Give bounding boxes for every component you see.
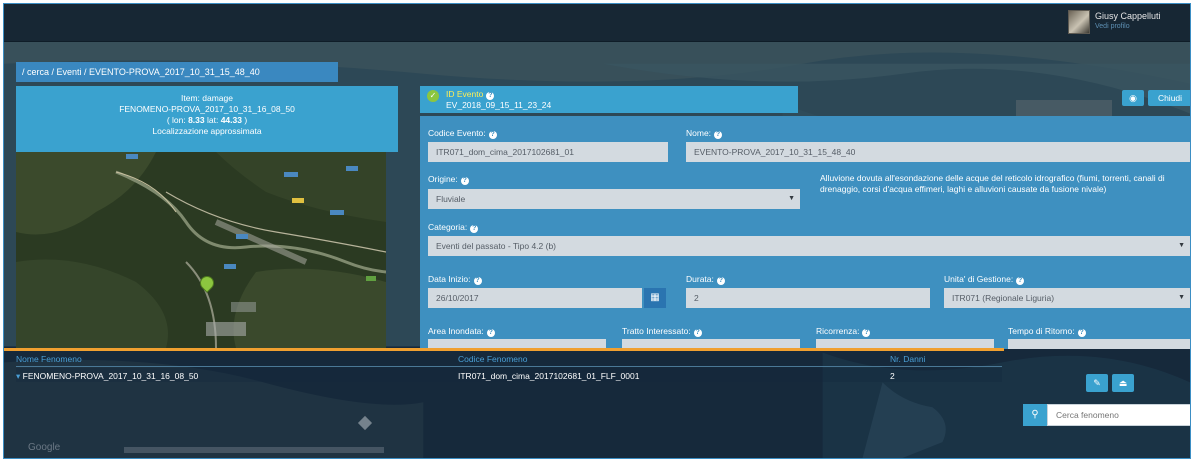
top-bar: Giusy Cappelluti Vedi profilo	[4, 4, 1190, 42]
help-icon[interactable]: ?	[1077, 329, 1086, 337]
chevron-down-icon: ▼	[1178, 294, 1185, 301]
item-type: Item: damage	[181, 93, 233, 103]
help-icon[interactable]: ?	[693, 329, 702, 337]
view-button[interactable]: ◉	[1122, 90, 1144, 106]
eject-icon: ⏏	[1118, 378, 1128, 388]
data-inizio-label: Data Inizio:?	[428, 274, 482, 285]
row-nome[interactable]: ▾ FENOMENO-PROVA_2017_10_31_16_08_50	[16, 371, 198, 382]
tratto-interessato-label: Tratto Interessato:?	[622, 326, 702, 337]
help-icon[interactable]: ?	[862, 329, 871, 337]
search-input[interactable]	[1047, 404, 1190, 426]
chevron-down-icon: ▼	[788, 195, 795, 202]
search-icon: ⚲	[1031, 409, 1039, 420]
item-name: FENOMENO-PROVA_2017_10_31_16_08_50	[119, 104, 295, 114]
id-evento-label: ID Evento?	[446, 89, 495, 100]
chevron-down-icon: ▼	[1178, 242, 1185, 249]
help-icon[interactable]: ?	[716, 277, 725, 285]
panel-divider[interactable]	[4, 348, 1004, 351]
categoria-select[interactable]: Eventi del passato - Tipo 4.2 (b) ▼	[428, 236, 1190, 256]
event-form: Codice Evento:? ITR071_dom_cima_20171026…	[420, 116, 1190, 349]
help-icon[interactable]: ?	[488, 131, 497, 139]
nome-field[interactable]: EVENTO-PROVA_2017_10_31_15_48_40	[686, 142, 1190, 162]
check-icon: ✓	[427, 90, 439, 102]
row-codice[interactable]: ITR071_dom_cima_2017102681_01_FLF_0001	[458, 371, 639, 381]
durata-field[interactable]: 2	[686, 288, 930, 308]
origine-description: Alluvione dovuta all'esondazione delle a…	[820, 173, 1165, 194]
upload-button[interactable]: ⏏	[1112, 374, 1134, 392]
tempo-ritorno-label: Tempo di Ritorno:?	[1008, 326, 1086, 337]
edit-button[interactable]: ✎	[1086, 374, 1108, 392]
calendar-icon: ▦	[650, 292, 660, 303]
id-evento-box: ✓ ID Evento? EV_2018_09_15_11_23_24	[420, 86, 798, 113]
google-logo: Google	[28, 442, 61, 453]
app-window: Giusy Cappelluti Vedi profilo / cerca / …	[3, 3, 1191, 459]
origine-label: Origine:?	[428, 174, 469, 185]
help-icon[interactable]: ?	[486, 92, 495, 100]
satellite-map[interactable]	[16, 152, 386, 348]
lat-value: 44.33	[220, 115, 242, 125]
ricorrenza-label: Ricorrenza:?	[816, 326, 871, 337]
nome-label: Nome:?	[686, 128, 723, 139]
close-button[interactable]: Chiudi	[1148, 90, 1190, 106]
column-header-codice[interactable]: Codice Fenomeno	[458, 354, 527, 364]
breadcrumb[interactable]: / cerca / Eventi / EVENTO-PROVA_2017_10_…	[16, 62, 338, 82]
satellite-imagery	[16, 152, 386, 348]
row-danni[interactable]: 2	[890, 371, 895, 381]
item-info-header: Item: damage FENOMENO-PROVA_2017_10_31_1…	[16, 86, 398, 152]
pencil-icon: ✎	[1093, 378, 1101, 388]
unita-gestione-label: Unita' di Gestione:?	[944, 274, 1025, 285]
column-header-danni[interactable]: Nr. Danni	[890, 354, 925, 364]
eye-icon: ◉	[1129, 93, 1137, 103]
origine-select[interactable]: Fluviale ▼	[428, 189, 800, 209]
header-divider	[16, 366, 1002, 367]
area-inondata-label: Area Inondata:?	[428, 326, 495, 337]
help-icon[interactable]: ?	[714, 131, 723, 139]
item-coordinates: ( lon: 8.33 lat: 44.33 )	[166, 115, 248, 125]
help-icon[interactable]: ?	[460, 177, 469, 185]
help-icon[interactable]: ?	[1016, 277, 1025, 285]
codice-evento-field[interactable]: ITR071_dom_cima_2017102681_01	[428, 142, 668, 162]
data-inizio-field[interactable]: 26/10/2017	[428, 288, 642, 308]
user-profile-link[interactable]: Vedi profilo	[1095, 23, 1130, 30]
user-name[interactable]: Giusy Cappelluti	[1095, 11, 1161, 21]
avatar[interactable]	[1068, 10, 1090, 34]
calendar-button[interactable]: ▦	[644, 288, 666, 308]
help-icon[interactable]: ?	[470, 225, 479, 233]
location-accuracy: Localizzazione approssimata	[152, 126, 262, 136]
codice-evento-label: Codice Evento:?	[428, 128, 497, 139]
lon-value: 8.33	[188, 115, 205, 125]
chevron-down-icon: ▾	[16, 371, 21, 381]
id-evento-value: EV_2018_09_15_11_23_24	[446, 100, 552, 110]
help-icon[interactable]: ?	[486, 329, 495, 337]
tempo-ritorno-select[interactable]	[1008, 339, 1190, 349]
help-icon[interactable]: ?	[473, 277, 482, 285]
search-button[interactable]: ⚲	[1023, 404, 1047, 426]
categoria-label: Categoria:?	[428, 222, 479, 233]
map-scrollbar[interactable]	[124, 447, 384, 453]
column-header-nome[interactable]: Nome Fenomeno	[16, 354, 82, 364]
durata-label: Durata:?	[686, 274, 725, 285]
unita-gestione-select[interactable]: ITR071 (Regionale Liguria) ▼	[944, 288, 1190, 308]
